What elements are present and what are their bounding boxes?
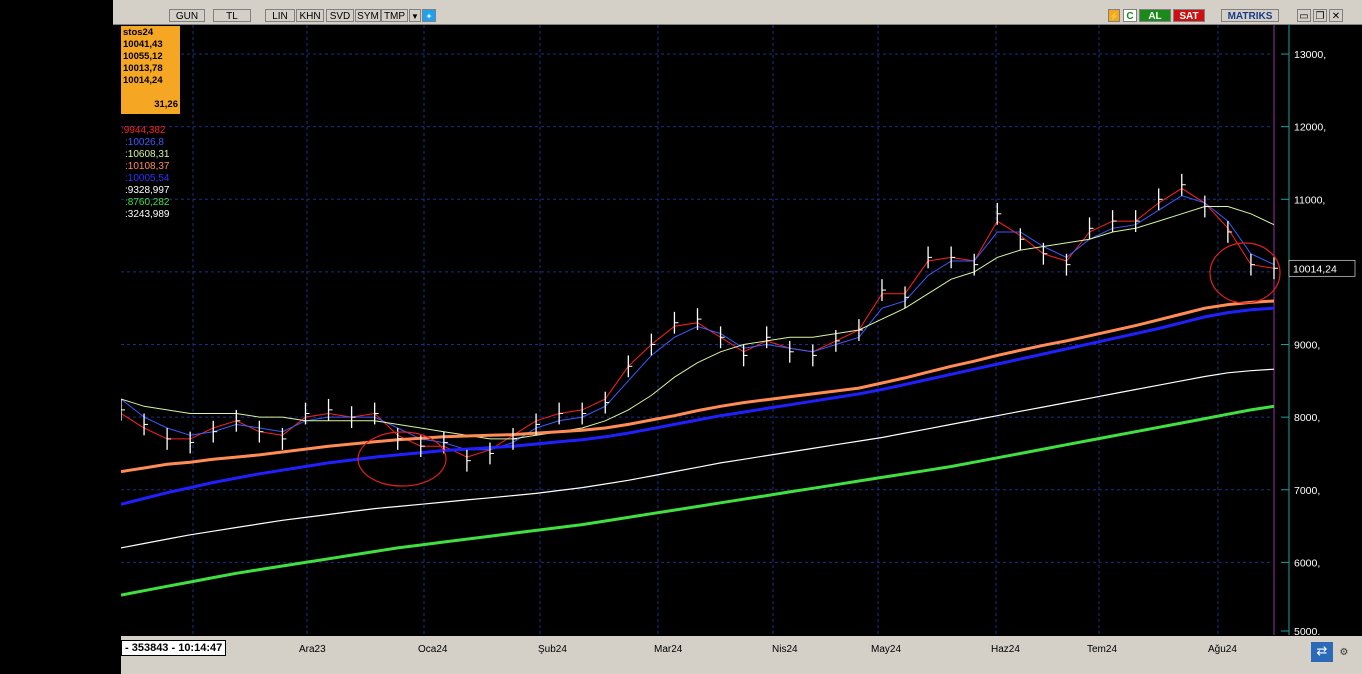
toolbar-button-sym[interactable]: SYM [355,9,381,22]
y-tick-label: 10014,24 [1293,263,1337,275]
toolbar-button-gun[interactable]: GUN [169,9,205,22]
info-value-4: 10014,24 [123,75,163,86]
y-tick-label: 11000, [1294,194,1325,206]
y-tick-label: 12000, [1294,122,1326,134]
close-icon[interactable]: ✕ [1329,9,1343,22]
twitter-icon[interactable]: ✦ [422,9,436,22]
ma-value-label: :10108,37 [125,161,170,172]
toolbar-button-tmp[interactable]: TMP [381,9,408,22]
price-chart[interactable]: 13000, 12000, 11000, 10014,24 9000, 8000, 7000… [120,25,1362,638]
y-tick-label: 13000, [1294,49,1326,61]
y-tick-label: 7000, [1294,485,1320,497]
y-tick-label: 5000, [1294,626,1320,635]
title-strip [113,0,1362,8]
y-tick-label: 8000, [1294,412,1320,424]
x-tick-label: Haz24 [991,644,1020,655]
x-tick-label: Oca24 [418,644,448,655]
y-tick-label: 9000, [1294,340,1320,352]
dropdown-arrow-icon[interactable]: ▼ [409,9,421,22]
refresh-c-icon[interactable]: C [1123,9,1137,22]
x-tick-label: Nis24 [772,644,798,655]
info-symbol: stos24 [123,27,154,38]
chart-window: GUN TL LIN KHN SVD SYM TMP ▼ ✦ ⚡ C AL SA… [113,0,1362,674]
info-value-1: 10041,43 [123,39,163,50]
toolbar-button-svd[interactable]: SVD [326,9,354,22]
info-value-2: 10055,12 [123,51,163,62]
buy-button[interactable]: AL [1139,9,1171,22]
ma-value-label: :3243,989 [125,209,170,220]
restore-icon[interactable]: ❐ [1313,9,1327,22]
x-tick-label: Ara23 [299,644,326,655]
minimize-icon[interactable]: ▭ [1297,9,1311,22]
brand-logo: MATRIKS [1221,9,1279,22]
toolbar-button-lin[interactable]: LIN [265,9,295,22]
toolbar: GUN TL LIN KHN SVD SYM TMP ▼ ✦ ⚡ C AL SA… [113,8,1362,25]
sync-icon[interactable]: ⇄ [1311,642,1333,662]
ma-value-label: :8760,282 [125,197,170,208]
ma-value-label: :10005,54 [125,173,170,184]
sell-button[interactable]: SAT [1173,9,1205,22]
ma-value-label: :10608,31 [125,149,170,160]
settings-icon[interactable]: ⚙ [1335,644,1353,662]
y-tick-label: 6000, [1294,557,1320,569]
ma-value-label: :9944,382 [121,125,166,136]
toolbar-button-tl[interactable]: TL [213,9,251,22]
left-margin [0,0,113,674]
x-tick-label: May24 [871,644,902,655]
x-tick-label: Mar24 [654,644,683,655]
toolbar-button-khn[interactable]: KHN [296,9,324,22]
lightning-icon[interactable]: ⚡ [1108,9,1120,22]
x-tick-label: Tem24 [1087,644,1118,655]
bottom-bar: - 353843 - 10:14:47 Ara23 Oca24 Şub24 Mar24… [121,636,1362,674]
x-tick-label: Şub24 [538,644,567,655]
info-panel: stos24 10041,43 10055,12 10013,78 10014,… [121,26,180,114]
chart-area[interactable]: 13000, 12000, 11000, 10014,24 9000, 8000, 7000… [120,25,1362,638]
x-tick-label: Ağu24 [1208,644,1237,655]
info-value-3: 10013,78 [123,63,163,74]
status-time: - 353843 - 10:14:47 [121,640,227,656]
ma-value-label: :9328,997 [125,185,170,196]
ma-value-label: :10026,8 [125,137,164,148]
info-extra: 31,26 [154,99,178,110]
